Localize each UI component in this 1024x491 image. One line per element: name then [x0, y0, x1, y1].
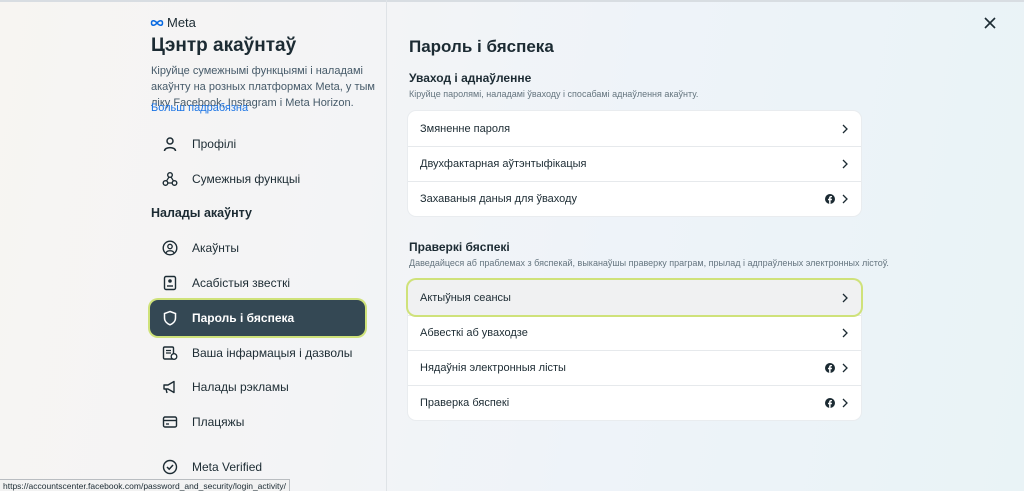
sidebar-item-personal-details[interactable]: Асабістыя звесткі — [150, 265, 365, 301]
credit-card-icon — [162, 416, 178, 428]
account-circle-icon — [162, 240, 178, 256]
id-card-icon — [163, 275, 177, 291]
sidebar-item-password-security[interactable]: Пароль і бяспека — [150, 300, 365, 336]
row-label: Нядаўнія электронныя лісты — [420, 362, 566, 374]
change-password-row[interactable]: Змяненне пароля — [408, 111, 861, 146]
login-recovery-card: Змяненне пароля Двухфактарная аўтэнтыфік… — [408, 111, 861, 216]
sidebar-item-label: Пароль і бяспека — [192, 311, 295, 325]
row-label: Праверка бяспекі — [420, 397, 510, 409]
account-settings-heading: Налады акаўнту — [151, 206, 253, 220]
sidebar: Meta Цэнтр акаўнтаў Кіруйце сумежнымі фу… — [0, 0, 387, 491]
meta-infinity-icon — [150, 19, 164, 26]
security-checks-heading: Праверкі бяспекі — [409, 240, 510, 254]
verified-badge-icon — [162, 459, 178, 475]
sidebar-item-label: Meta Verified — [192, 460, 263, 474]
chevron-right-icon — [842, 159, 848, 169]
person-icon — [163, 137, 177, 152]
chevron-right-icon — [842, 328, 848, 338]
sidebar-item-label: Профілі — [192, 137, 237, 151]
recent-emails-row[interactable]: Нядаўнія электронныя лісты — [408, 350, 861, 385]
saved-login-row[interactable]: Захаваныя даныя для ўваходу — [408, 181, 861, 216]
login-alerts-row[interactable]: Абвесткі аб уваходзе — [408, 315, 861, 350]
chevron-right-icon — [842, 363, 848, 373]
page-title: Пароль і бяспека — [409, 37, 554, 56]
sidebar-item-label: Плацяжы — [192, 415, 245, 429]
facebook-icon — [825, 194, 835, 204]
sidebar-item-label: Ваша інфармацыя і дазволы — [192, 346, 353, 360]
learn-more-link[interactable]: Больш падрабязна — [151, 102, 248, 114]
sidebar-item-label: Сумежныя функцыі — [192, 172, 301, 186]
sidebar-item-label: Налады рэкламы — [192, 380, 289, 394]
sidebar-item-connected-experiences[interactable]: Сумежныя функцыі — [150, 161, 365, 197]
meta-logo: Meta — [150, 15, 196, 30]
sidebar-item-ad-preferences[interactable]: Налады рэкламы — [150, 369, 365, 405]
shield-icon — [163, 310, 177, 326]
security-checkup-row[interactable]: Праверка бяспекі — [408, 385, 861, 420]
facebook-icon — [825, 398, 835, 408]
sidebar-item-profiles[interactable]: Профілі — [150, 126, 365, 162]
browser-status-url: https://accountscenter.facebook.com/pass… — [0, 479, 291, 491]
login-recovery-heading: Уваход і аднаўленне — [409, 71, 532, 85]
sidebar-item-label: Асабістыя звесткі — [192, 276, 290, 290]
close-icon[interactable] — [983, 16, 997, 30]
row-label: Актыўныя сеансы — [420, 291, 511, 304]
active-sessions-row[interactable]: Актыўныя сеансы — [408, 280, 861, 315]
row-label: Захаваныя даныя для ўваходу — [420, 193, 577, 205]
sidebar-item-your-information[interactable]: Ваша інфармацыя і дазволы — [150, 335, 365, 371]
sidebar-item-payments[interactable]: Плацяжы — [150, 404, 365, 440]
facebook-icon — [825, 363, 835, 373]
chevron-right-icon — [842, 194, 848, 204]
sidebar-item-accounts[interactable]: Акаўнты — [150, 230, 365, 266]
chevron-right-icon — [842, 398, 848, 408]
two-factor-auth-row[interactable]: Двухфактарная аўтэнтыфікацыя — [408, 146, 861, 181]
info-permissions-icon — [162, 346, 178, 360]
login-recovery-description: Кіруйце паролямі, наладамі ўваходу і спо… — [409, 89, 699, 99]
security-checks-card: Актыўныя сеансы Абвесткі аб уваходзе Няд… — [408, 280, 861, 420]
sidebar-item-label: Акаўнты — [192, 241, 239, 255]
row-label: Змяненне пароля — [420, 122, 511, 135]
security-checks-description: Даведайцеся аб праблемах з бяспекай, вык… — [409, 258, 889, 268]
sidebar-title: Цэнтр акаўнтаў — [151, 35, 297, 56]
megaphone-icon — [163, 380, 175, 394]
row-label: Абвесткі аб уваходзе — [420, 327, 528, 339]
connected-icon — [162, 172, 178, 186]
meta-logo-text: Meta — [167, 15, 196, 30]
chevron-right-icon — [842, 293, 848, 302]
row-label: Двухфактарная аўтэнтыфікацыя — [420, 158, 587, 170]
chevron-right-icon — [842, 124, 848, 133]
